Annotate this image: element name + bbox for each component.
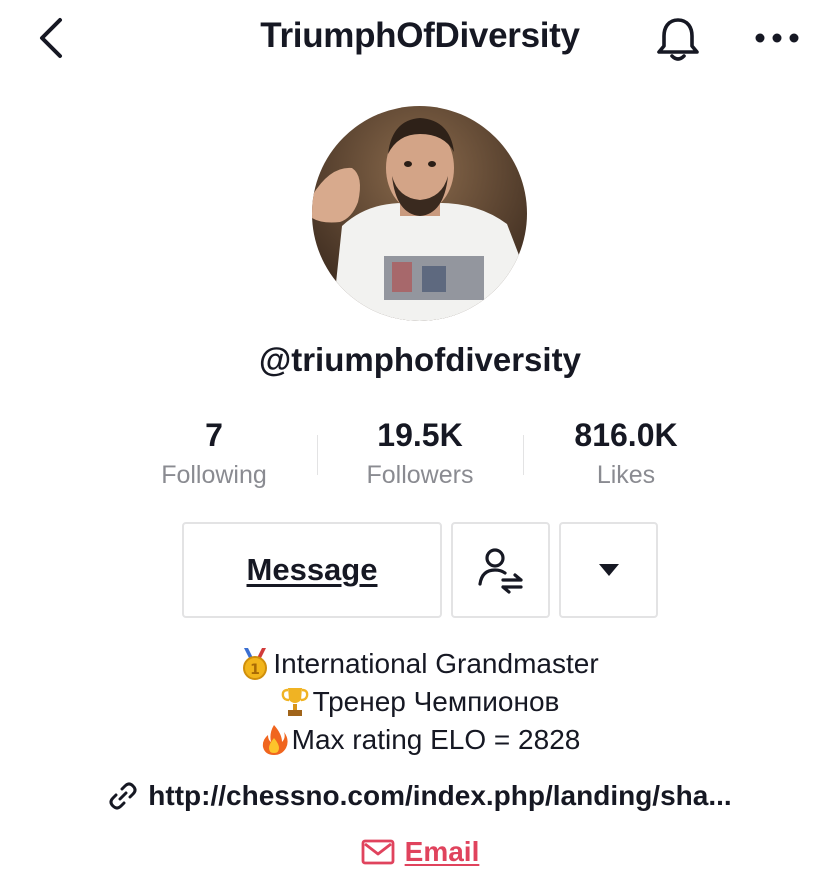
- stat-label: Following: [161, 461, 267, 489]
- stat-value: 7: [205, 417, 223, 453]
- bio-text: Max rating ELO = 2828: [291, 724, 581, 755]
- stat-likes[interactable]: 816.0K Likes: [523, 415, 729, 493]
- link-icon: [109, 782, 137, 810]
- stats-row: 7 Following 19.5K Followers 816.0K Likes: [111, 415, 729, 495]
- page-title: TriumphOfDiversity: [260, 16, 580, 55]
- username-handle: @triumphofdiversity: [259, 341, 581, 378]
- bio-line: 1 International Grandmaster: [0, 645, 840, 683]
- envelope-icon: [361, 839, 395, 865]
- bio-text: International Grandmaster: [273, 648, 599, 679]
- friends-button[interactable]: [451, 522, 550, 618]
- fire-emoji: [262, 725, 288, 755]
- link-text: http://chessno.com/index.php/landing/sha…: [148, 780, 732, 811]
- avatar[interactable]: [312, 106, 527, 321]
- profile-link[interactable]: http://chessno.com/index.php/landing/sha…: [0, 780, 840, 812]
- bio-text: Тренер Чемпионов: [312, 686, 560, 717]
- stat-label: Likes: [596, 461, 656, 489]
- svg-text:1: 1: [250, 662, 260, 678]
- bio-line: Max rating ELO = 2828: [0, 721, 840, 759]
- caret-down-icon: [598, 564, 619, 576]
- top-bar: TriumphOfDiversity: [0, 0, 840, 80]
- email-link[interactable]: Email: [0, 836, 840, 868]
- gold-medal-emoji: 1: [243, 648, 268, 680]
- stat-following[interactable]: 7 Following: [111, 415, 317, 493]
- user-swap-icon: [477, 548, 523, 594]
- more-horizontal-icon[interactable]: [750, 22, 806, 54]
- bio: 1 International Grandmaster Тренер Чемпи…: [0, 645, 840, 759]
- dropdown-button[interactable]: [559, 522, 658, 618]
- trophy-emoji: [281, 688, 308, 716]
- profile-photo: [312, 106, 527, 321]
- email-label: Email: [404, 836, 480, 867]
- bio-line: Тренер Чемпионов: [0, 683, 840, 721]
- bell-icon[interactable]: [652, 14, 704, 66]
- message-button[interactable]: Message: [182, 522, 442, 618]
- stat-value: 19.5K: [377, 417, 463, 453]
- stat-label: Followers: [366, 461, 474, 489]
- stat-value: 816.0K: [574, 417, 678, 453]
- stat-followers[interactable]: 19.5K Followers: [317, 415, 523, 493]
